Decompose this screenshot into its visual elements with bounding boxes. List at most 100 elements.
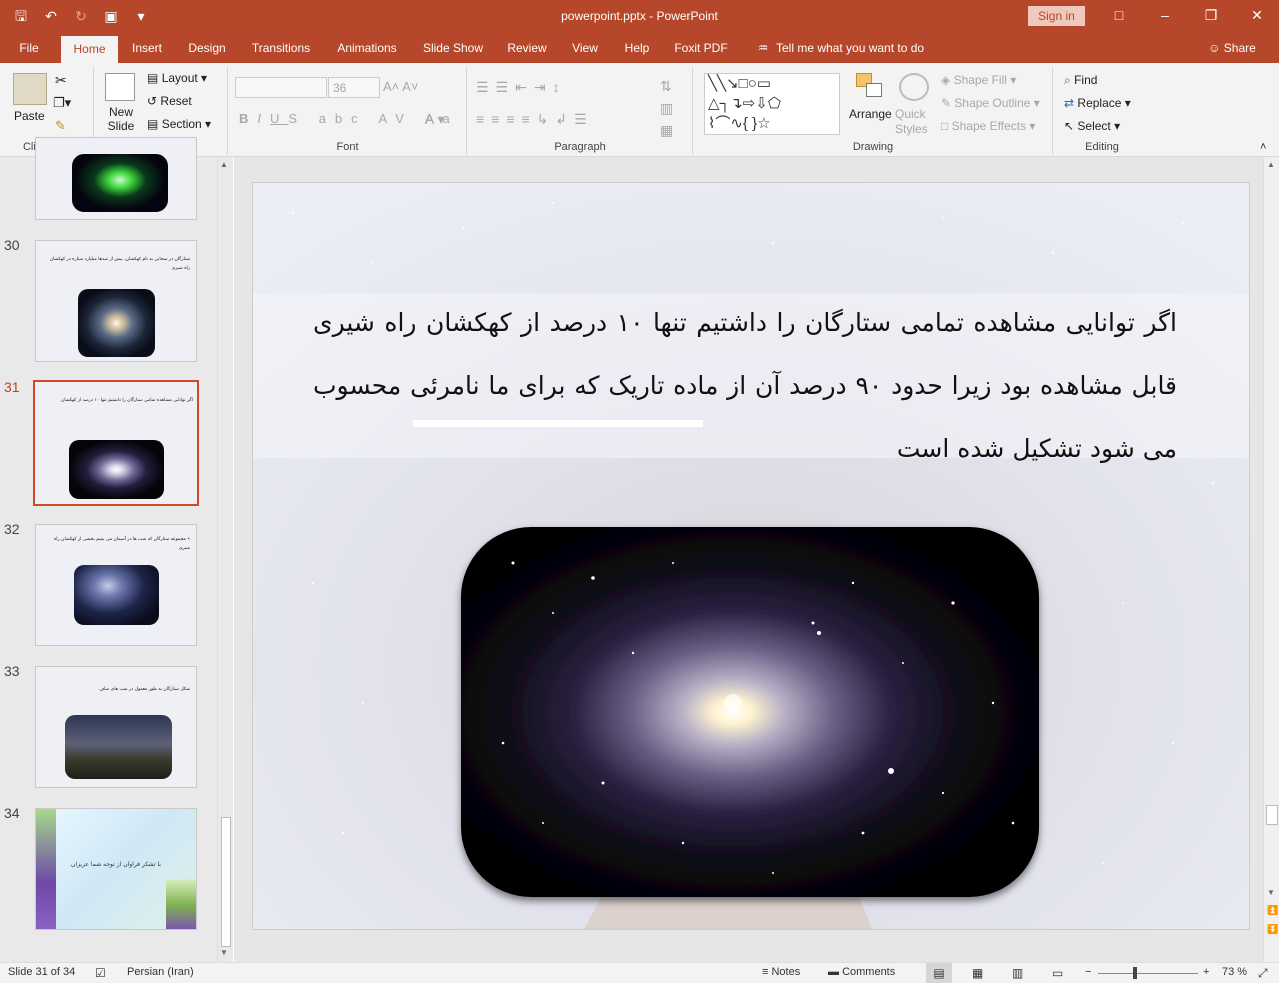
thumbnail-text: • مجموعه ستارگان که شب ها در آسمان می بی… — [53, 537, 190, 551]
slide-body-text[interactable]: اگر توانایی مشاهده تمامی ستارگان را داشت… — [313, 291, 1177, 480]
current-slide[interactable]: اگر توانایی مشاهده تمامی ستارگان را داشت… — [252, 182, 1250, 930]
section-button[interactable]: ▤ Section ▾ — [147, 117, 211, 131]
zoom-slider[interactable] — [1098, 973, 1198, 974]
ribbon-display-icon[interactable]: □ — [1096, 0, 1142, 33]
select-button[interactable]: ↖ Select ▾ — [1064, 119, 1120, 133]
scroll-up-icon[interactable]: ▲ — [1267, 160, 1275, 169]
tab-help[interactable]: Help — [618, 33, 656, 63]
scroll-down-icon[interactable]: ▼ — [220, 948, 228, 957]
slide-thumbnail-30[interactable]: ستارگان در سحابی به نام کهکشان، بیش از ص… — [35, 240, 197, 362]
shape-outline-button[interactable]: ✎ Shape Outline ▾ — [941, 96, 1040, 110]
shape-effects-label: Shape Effects — [951, 119, 1027, 133]
paragraph-group: ☰☰⇤⇥↕ ≡≡≡≡↳↲☰ ⇅ ▥ ▦ Paragraph — [468, 67, 693, 155]
shape-effects-button[interactable]: □ Shape Effects ▾ — [941, 119, 1035, 133]
slide-thumbnail-panel: 30 ستارگان در سحابی به نام کهکشان، بیش ا… — [0, 137, 233, 962]
slide-thumbnail-31[interactable]: اگر توانایی مشاهده تمامی ستارگان را داشت… — [33, 380, 199, 506]
slide-show-icon[interactable]: ▭ — [1052, 966, 1063, 980]
paste-button[interactable]: Paste — [14, 109, 45, 123]
thumbnail-scrollbar[interactable]: ▲ ▼ — [217, 157, 233, 962]
drawing-group: ╲╲↘□○▭ △┐↴⇨⇩⬠ ⌇⌒∿{ }☆ Arrange Quick Styles… — [694, 67, 1053, 155]
align-icons[interactable]: ≡≡≡≡↳↲☰ — [476, 111, 594, 128]
text-direction-icon[interactable]: ⇅ ▥ ▦ — [660, 75, 673, 141]
scrollbar-thumb[interactable] — [221, 817, 231, 947]
new-slide-button[interactable]: New Slide — [105, 105, 137, 133]
tab-foxit-pdf[interactable]: Foxit PDF — [670, 33, 732, 63]
arrange-icon[interactable] — [856, 73, 886, 101]
galaxy-image — [78, 289, 155, 357]
close-icon[interactable]: ✕ — [1234, 0, 1279, 33]
shape-fill-label: Shape Fill — [953, 73, 1007, 87]
zoom-slider-thumb[interactable] — [1133, 967, 1137, 979]
document-title: powerpoint.pptx - PowerPoint — [561, 9, 718, 23]
format-painter-icon[interactable]: ✎ — [55, 118, 66, 134]
tab-home[interactable]: Home — [61, 36, 118, 63]
arrange-button[interactable]: Arrange — [849, 107, 892, 121]
reading-view-icon[interactable]: ▥ — [1012, 966, 1023, 980]
tell-me-box[interactable]: ♒ Tell me what you want to do — [750, 33, 950, 63]
shapes-gallery[interactable]: ╲╲↘□○▭ △┐↴⇨⇩⬠ ⌇⌒∿{ }☆ — [704, 73, 840, 135]
zoom-out-icon[interactable]: − — [1085, 966, 1091, 978]
tab-design[interactable]: Design — [182, 33, 232, 63]
slide-thumbnail-33[interactable]: شکل ستارگان به طور معمول در شب های صاف — [35, 666, 197, 788]
scrollbar-thumb[interactable] — [1266, 805, 1278, 825]
list-icons[interactable]: ☰☰⇤⇥↕ — [476, 79, 567, 96]
layout-button[interactable]: ▤ Layout ▾ — [147, 71, 207, 85]
thumbnail-number: 32 — [4, 521, 20, 537]
collapse-ribbon-icon[interactable]: ˄ — [1260, 141, 1266, 153]
normal-view-icon[interactable]: ▤ — [926, 963, 952, 983]
replace-button[interactable]: ⇄ Replace ▾ — [1064, 96, 1131, 110]
fit-slide-icon[interactable]: ⤢ — [1258, 966, 1268, 981]
previous-slide-icon[interactable]: ⏫ — [1267, 905, 1278, 916]
sign-in-button[interactable]: Sign in — [1028, 6, 1085, 26]
slide-thumbnail-34[interactable]: با تشکر فراوان از توجه شما عزیزان — [35, 808, 197, 930]
notes-button[interactable]: ≡ Notes — [762, 966, 800, 978]
zoom-in-icon[interactable]: + — [1203, 966, 1209, 978]
quick-styles-button[interactable]: Quick Styles — [895, 107, 935, 137]
slide-sorter-icon[interactable]: ▦ — [972, 966, 983, 980]
tab-file[interactable]: File — [10, 33, 48, 63]
section-icon: ▤ — [147, 117, 159, 131]
slide-thumbnail-32[interactable]: • مجموعه ستارگان که شب ها در آسمان می بی… — [35, 524, 197, 646]
minimize-icon[interactable]: – — [1142, 0, 1188, 33]
scroll-down-icon[interactable]: ▼ — [1267, 888, 1275, 897]
font-group: 36 A˄ A˅ BIUS abc AV Aa A ▾ Font — [229, 67, 467, 155]
galaxy-image[interactable] — [461, 527, 1039, 897]
zoom-level[interactable]: 73 % — [1222, 966, 1247, 978]
language-indicator[interactable]: Persian (Iran) — [127, 966, 194, 978]
scroll-up-icon[interactable]: ▲ — [220, 160, 228, 169]
share-button[interactable]: ☺ Share — [1200, 33, 1264, 63]
notes-label: Notes — [771, 966, 801, 978]
find-button[interactable]: ⌕ Find — [1064, 73, 1097, 88]
slide-counter: Slide 31 of 34 — [8, 966, 76, 978]
font-name-dropdown[interactable] — [235, 77, 327, 98]
tab-view[interactable]: View — [565, 33, 605, 63]
find-icon: ⌕ — [1064, 73, 1071, 87]
grow-font-icon[interactable]: A˄ A˅ — [383, 79, 418, 94]
reset-button[interactable]: ↺ Reset — [147, 94, 192, 108]
tab-slide-show[interactable]: Slide Show — [418, 33, 488, 63]
layout-icon: ▤ — [147, 71, 159, 85]
copy-icon[interactable]: ❐▾ — [53, 95, 71, 111]
quick-styles-icon[interactable] — [899, 73, 929, 101]
layout-label: Layout — [161, 71, 198, 85]
thumbnail-text: اگر توانایی مشاهده تمامی ستارگان را داشت… — [60, 398, 193, 403]
thumbnail-number: 31 — [4, 379, 20, 395]
tab-transitions[interactable]: Transitions — [246, 33, 316, 63]
shape-fill-button[interactable]: ◈ Shape Fill ▾ — [941, 73, 1016, 87]
font-color-icon[interactable]: A ▾ — [425, 111, 444, 128]
next-slide-icon[interactable]: ⏬ — [1267, 924, 1278, 935]
tab-insert[interactable]: Insert — [125, 33, 169, 63]
thumbnail-text: با تشکر فراوان از توجه شما عزیزان — [71, 861, 161, 868]
new-slide-icon[interactable] — [105, 73, 135, 101]
font-size-dropdown[interactable]: 36 — [328, 77, 380, 98]
comments-button[interactable]: ▬ Comments — [828, 966, 895, 978]
tab-animations[interactable]: Animations — [330, 33, 404, 63]
spell-check-icon[interactable]: ☑ — [95, 966, 106, 980]
restore-icon[interactable]: ❐ — [1188, 0, 1234, 33]
night-landscape-image — [65, 715, 172, 779]
slide-thumbnail-29[interactable] — [35, 137, 197, 220]
cut-icon[interactable]: ✂ — [55, 72, 67, 89]
tab-review[interactable]: Review — [502, 33, 552, 63]
paste-icon[interactable] — [13, 73, 47, 105]
slide-scrollbar[interactable]: ▲ ▼ ⏫ ⏬ — [1263, 157, 1279, 962]
